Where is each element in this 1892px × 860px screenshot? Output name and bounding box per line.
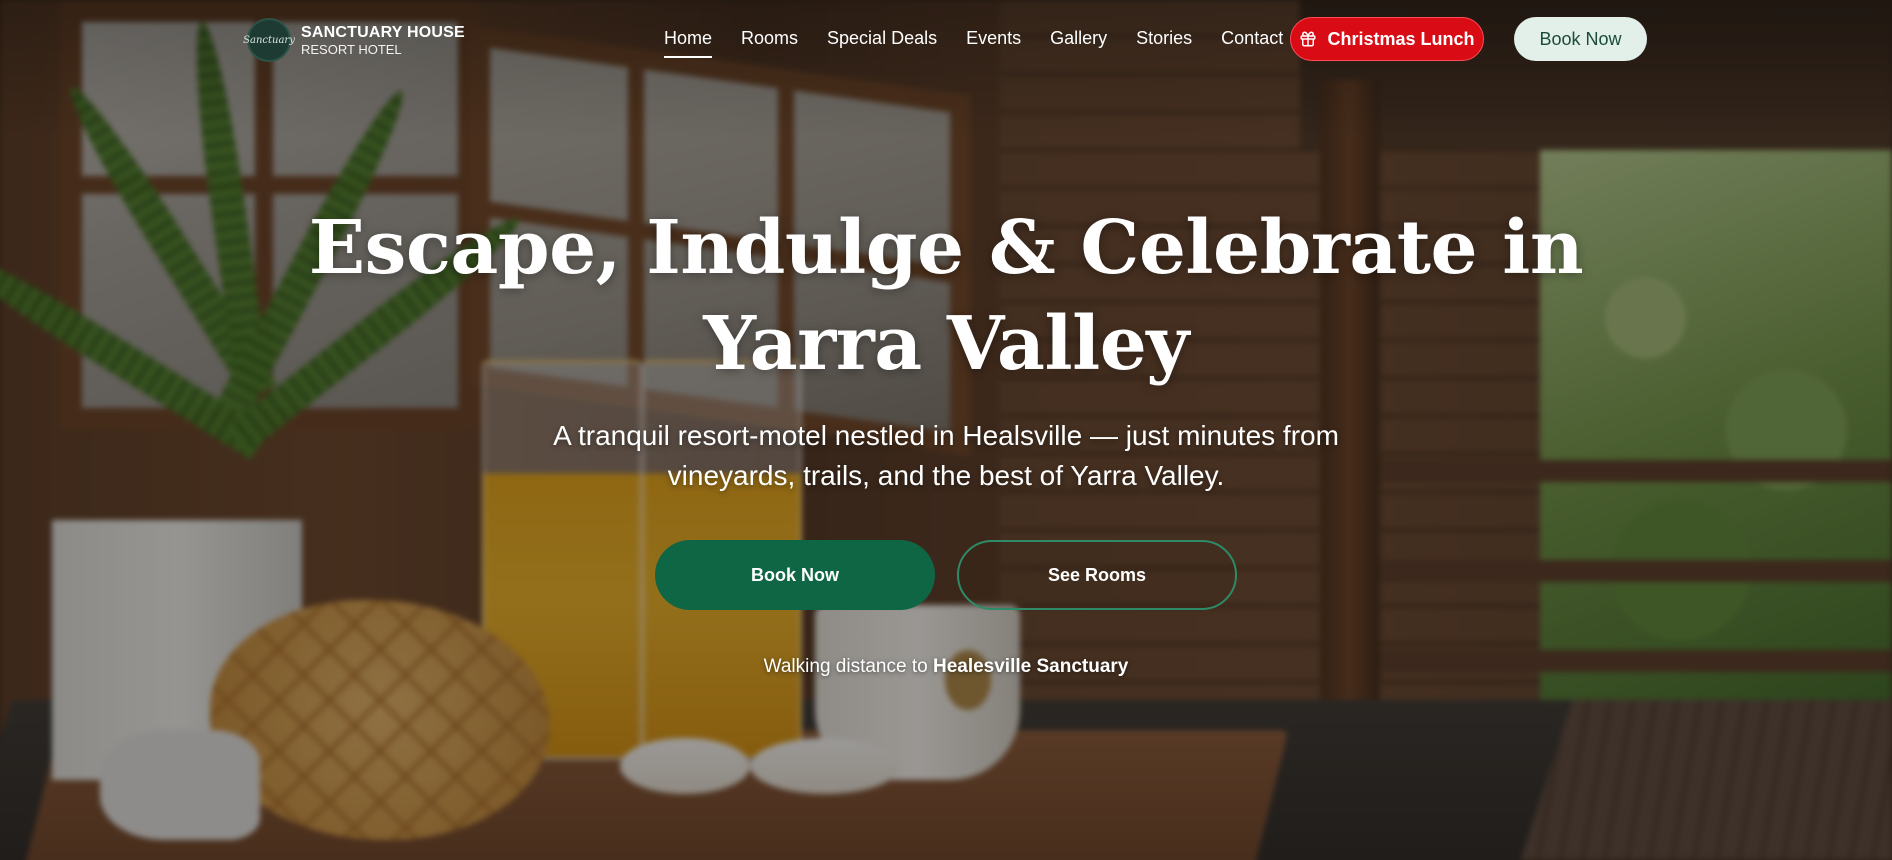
header-book-now-button[interactable]: Book Now [1514, 17, 1647, 61]
nav-link-events[interactable]: Events [966, 28, 1021, 58]
nav-link-stories[interactable]: Stories [1136, 28, 1192, 58]
site-header: Sanctuary SANCTUARY HOUSE RESORT HOTEL H… [0, 0, 1892, 80]
nav-link-home[interactable]: Home [664, 28, 713, 58]
main-nav: Home Rooms Special Deals Events Gallery … [664, 28, 1312, 58]
hero-section: Escape, Indulge & Celebrate in Yarra Val… [0, 200, 1892, 678]
brand-name: SANCTUARY HOUSE [301, 23, 465, 41]
hero-title: Escape, Indulge & Celebrate in Yarra Val… [308, 205, 1584, 387]
hero-book-now-button[interactable]: Book Now [655, 540, 935, 610]
hero-book-now-label: Book Now [751, 564, 839, 585]
brand[interactable]: Sanctuary SANCTUARY HOUSE RESORT HOTEL [243, 18, 465, 62]
hero-subtitle: A tranquil resort-motel nestled in Heals… [553, 420, 1339, 491]
see-rooms-label: See Rooms [1047, 564, 1147, 585]
nav-link-special-deals[interactable]: Special Deals [827, 28, 937, 58]
hero-actions: Book Now See Rooms [655, 540, 1237, 610]
hero-note-highlight: Healesville Sanctuary [932, 656, 1129, 677]
hero-location-note: Walking distance to Healesville Sanctuar… [764, 656, 1129, 678]
christmas-lunch-label: Christmas Lunch [1327, 28, 1475, 49]
nav-link-rooms[interactable]: Rooms [741, 28, 798, 58]
hero-note-prefix: Walking distance to [763, 656, 928, 677]
nav-link-contact[interactable]: Contact [1221, 28, 1283, 58]
christmas-lunch-button[interactable]: Christmas Lunch [1290, 17, 1484, 61]
brand-text: SANCTUARY HOUSE RESORT HOTEL [301, 23, 465, 58]
brand-logo-text: Sanctuary [243, 34, 295, 46]
nav-link-gallery[interactable]: Gallery [1050, 28, 1107, 58]
gift-icon [1300, 31, 1316, 47]
brand-subtitle: RESORT HOTEL [301, 41, 402, 57]
brand-logo: Sanctuary [243, 18, 295, 62]
header-book-now-label: Book Now [1539, 28, 1622, 49]
see-rooms-button[interactable]: See Rooms [957, 540, 1237, 610]
